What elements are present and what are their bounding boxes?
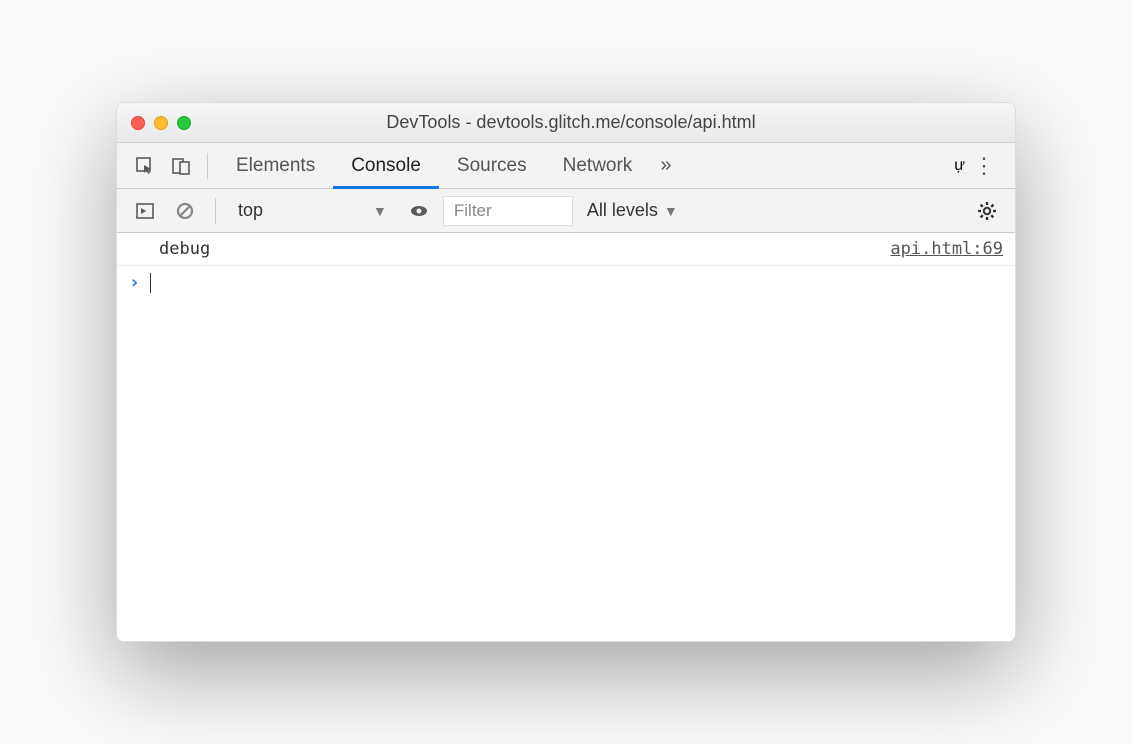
context-selector[interactable]: top ▼ <box>230 200 395 221</box>
log-source-link[interactable]: api.html:69 <box>890 239 1003 259</box>
live-expression-icon[interactable] <box>403 195 435 227</box>
device-toolbar-icon[interactable] <box>165 150 197 182</box>
window-title: DevTools - devtools.glitch.me/console/ap… <box>141 112 1001 133</box>
console-log-entry: debug api.html:69 <box>117 233 1015 266</box>
context-label: top <box>238 200 263 221</box>
inspect-element-icon[interactable] <box>129 150 161 182</box>
settings-gear-icon[interactable] <box>971 195 1003 227</box>
tab-console[interactable]: Console <box>333 143 439 188</box>
window-titlebar: DevTools - devtools.glitch.me/console/ap… <box>117 103 1015 143</box>
more-tabs-button[interactable]: » <box>650 143 681 188</box>
tab-network[interactable]: Network <box>545 143 651 188</box>
devtools-window: DevTools - devtools.glitch.me/console/ap… <box>116 102 1016 642</box>
console-output: debug api.html:69 › <box>117 233 1015 641</box>
console-toolbar: top ▼ All levels ▼ <box>117 189 1015 233</box>
tab-elements[interactable]: Elements <box>218 143 333 188</box>
divider <box>215 198 216 224</box>
devtools-tabbar: Elements Console Sources Network » ự⋮ <box>117 143 1015 189</box>
menu-dots-icon[interactable]: ⋮ <box>965 153 1003 179</box>
caret-down-icon: ▼ <box>664 203 678 219</box>
caret-down-icon: ▼ <box>373 203 387 219</box>
prompt-chevron-icon: › <box>129 272 140 293</box>
filter-input[interactable] <box>443 196 573 226</box>
divider <box>207 153 208 179</box>
clear-console-icon[interactable] <box>169 195 201 227</box>
cursor <box>150 273 151 293</box>
levels-label: All levels <box>587 200 658 221</box>
console-prompt[interactable]: › <box>117 266 1015 299</box>
panel-tabs: Elements Console Sources Network » <box>218 143 681 188</box>
toggle-sidebar-icon[interactable] <box>129 195 161 227</box>
log-message: debug <box>159 239 890 259</box>
tab-sources[interactable]: Sources <box>439 143 545 188</box>
log-levels-selector[interactable]: All levels ▼ <box>581 200 684 221</box>
